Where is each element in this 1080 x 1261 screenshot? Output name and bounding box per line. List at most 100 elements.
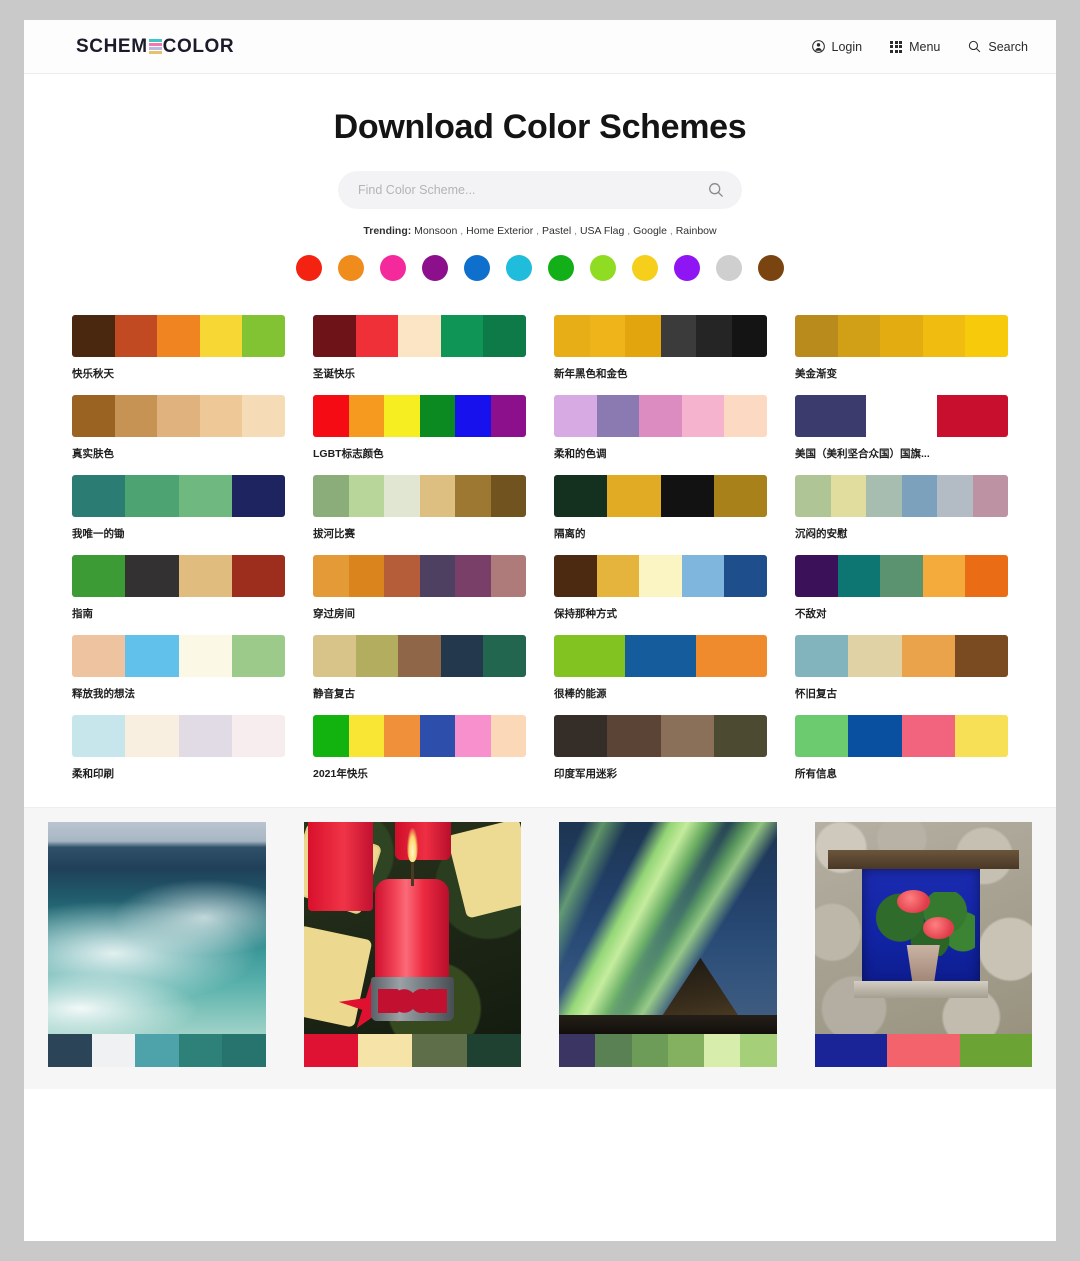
site-logo[interactable]: SCHEM COLOR bbox=[76, 36, 234, 58]
palette-card[interactable]: 美国（美利坚合众国）国旗... bbox=[795, 395, 1008, 461]
palette-swatch bbox=[355, 635, 399, 677]
trending-link-usa-flag[interactable]: USA Flag bbox=[580, 225, 624, 237]
palette-strip[interactable] bbox=[72, 475, 285, 517]
ground-ridge bbox=[559, 1014, 777, 1034]
aurora-photo[interactable] bbox=[559, 822, 777, 1034]
color-filter-lime[interactable] bbox=[590, 255, 616, 281]
palette-strip[interactable] bbox=[72, 395, 285, 437]
color-filter-orange[interactable] bbox=[338, 255, 364, 281]
palette-strip[interactable] bbox=[795, 715, 1008, 757]
palette-strip[interactable] bbox=[554, 315, 767, 357]
palette-name: 所有信息 bbox=[795, 768, 837, 780]
palette-strip[interactable] bbox=[313, 315, 526, 357]
palette-card[interactable]: 快乐秋天 bbox=[72, 315, 285, 381]
palette-swatch bbox=[660, 715, 714, 757]
palette-card[interactable]: 我唯一的锄 bbox=[72, 475, 285, 541]
color-filter-brown[interactable] bbox=[758, 255, 784, 281]
login-button[interactable]: Login bbox=[811, 39, 863, 54]
trending-link-pastel[interactable]: Pastel bbox=[542, 225, 571, 237]
geranium-flower bbox=[897, 889, 930, 914]
palette-card[interactable]: 所有信息 bbox=[795, 715, 1008, 781]
palette-strip[interactable] bbox=[554, 475, 767, 517]
palette-card[interactable]: 穿过房间 bbox=[313, 555, 526, 621]
palette-card[interactable]: 释放我的想法 bbox=[72, 635, 285, 701]
trending-link-rainbow[interactable]: Rainbow bbox=[676, 225, 717, 237]
color-filter-gray[interactable] bbox=[716, 255, 742, 281]
trending-link-google[interactable]: Google bbox=[633, 225, 667, 237]
color-filter-cyan[interactable] bbox=[506, 255, 532, 281]
palette-strip[interactable] bbox=[554, 635, 767, 677]
separator: , bbox=[624, 225, 631, 237]
palette-card[interactable]: 保持那种方式 bbox=[554, 555, 767, 621]
scheme-search-bar[interactable] bbox=[338, 171, 742, 209]
palette-strip[interactable] bbox=[313, 475, 526, 517]
palette-name: 穿过房间 bbox=[313, 608, 355, 620]
color-filter-blue[interactable] bbox=[464, 255, 490, 281]
palette-swatch bbox=[231, 475, 285, 517]
palette-strip[interactable] bbox=[72, 715, 285, 757]
palette-strip[interactable] bbox=[313, 555, 526, 597]
palette-card[interactable]: 柔和印刷 bbox=[72, 715, 285, 781]
palette-card[interactable]: LGBT标志颜色 bbox=[313, 395, 526, 461]
palette-card[interactable]: 2021年快乐 bbox=[313, 715, 526, 781]
palette-strip[interactable] bbox=[795, 635, 1008, 677]
palette-card[interactable]: 不敌对 bbox=[795, 555, 1008, 621]
photo-card[interactable] bbox=[303, 822, 521, 1067]
login-label: Login bbox=[831, 39, 863, 54]
palette-card[interactable]: 真实肤色 bbox=[72, 395, 285, 461]
logo-text-right: COLOR bbox=[162, 35, 235, 57]
palette-card[interactable]: 柔和的色调 bbox=[554, 395, 767, 461]
color-filter-green[interactable] bbox=[548, 255, 574, 281]
photo-card[interactable] bbox=[814, 822, 1032, 1067]
palette-swatch bbox=[954, 635, 1008, 677]
color-filter-pink[interactable] bbox=[380, 255, 406, 281]
search-button[interactable]: Search bbox=[968, 40, 1028, 54]
palette-strip[interactable] bbox=[72, 635, 285, 677]
palette-strip[interactable] bbox=[795, 395, 1008, 437]
palette-card[interactable]: 怀旧复古 bbox=[795, 635, 1008, 701]
palette-card[interactable]: 指南 bbox=[72, 555, 285, 621]
trending-link-home-exterior[interactable]: Home Exterior bbox=[466, 225, 533, 237]
palette-card[interactable]: 拔河比赛 bbox=[313, 475, 526, 541]
color-filter-violet[interactable] bbox=[674, 255, 700, 281]
palette-strip[interactable] bbox=[313, 715, 526, 757]
red-candle-photo[interactable] bbox=[303, 822, 521, 1034]
palette-strip[interactable] bbox=[795, 315, 1008, 357]
palette-strip[interactable] bbox=[313, 635, 526, 677]
palette-card[interactable]: 印度军用迷彩 bbox=[554, 715, 767, 781]
palette-card[interactable]: 新年黑色和金色 bbox=[554, 315, 767, 381]
trending-link-monsoon[interactable]: Monsoon bbox=[414, 225, 457, 237]
color-filter-red[interactable] bbox=[296, 255, 322, 281]
palette-strip[interactable] bbox=[795, 475, 1008, 517]
ocean-wave-photo[interactable] bbox=[48, 822, 266, 1034]
palette-card[interactable]: 美金渐变 bbox=[795, 315, 1008, 381]
color-filter-purple[interactable] bbox=[422, 255, 448, 281]
palette-card[interactable]: 隔离的 bbox=[554, 475, 767, 541]
palette-card[interactable]: 圣诞快乐 bbox=[313, 315, 526, 381]
blue-window-photo[interactable] bbox=[814, 822, 1032, 1034]
palette-card[interactable]: 静音复古 bbox=[313, 635, 526, 701]
photo-card[interactable] bbox=[559, 822, 777, 1067]
palette-strip[interactable] bbox=[554, 395, 767, 437]
palette-swatch bbox=[72, 715, 126, 757]
palette-swatch bbox=[866, 395, 937, 437]
search-submit-icon[interactable] bbox=[708, 182, 724, 198]
palette-card[interactable]: 沉闷的安慰 bbox=[795, 475, 1008, 541]
palette-strip[interactable] bbox=[72, 555, 285, 597]
palette-swatch bbox=[72, 555, 126, 597]
photo-card[interactable] bbox=[48, 822, 266, 1067]
palette-strip[interactable] bbox=[313, 395, 526, 437]
photo-palette-swatch bbox=[814, 1034, 887, 1067]
palette-swatch bbox=[455, 395, 491, 437]
palette-strip[interactable] bbox=[554, 555, 767, 597]
palette-strip[interactable] bbox=[554, 715, 767, 757]
palette-strip[interactable] bbox=[795, 555, 1008, 597]
palette-strip[interactable] bbox=[72, 315, 285, 357]
hero-section: Download Color Schemes Trending: Monsoon… bbox=[24, 74, 1056, 281]
palette-card[interactable]: 很棒的能源 bbox=[554, 635, 767, 701]
color-filter-yellow[interactable] bbox=[632, 255, 658, 281]
menu-button[interactable]: Menu bbox=[890, 40, 940, 54]
palette-name: 真实肤色 bbox=[72, 448, 114, 460]
palette-swatch bbox=[713, 715, 767, 757]
search-input[interactable] bbox=[358, 183, 708, 197]
